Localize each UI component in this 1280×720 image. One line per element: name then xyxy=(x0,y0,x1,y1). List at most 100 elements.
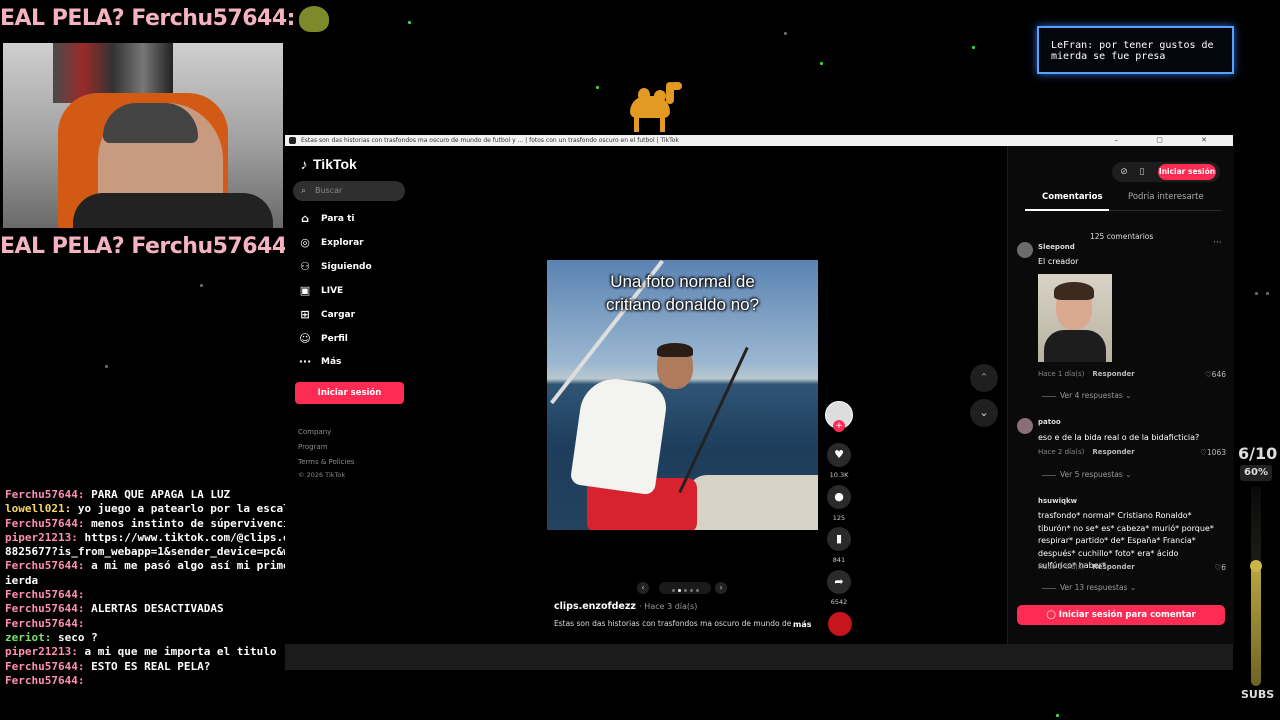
man-shirt xyxy=(569,374,670,496)
avatar[interactable] xyxy=(1017,418,1033,434)
search-input[interactable]: ⌕ Buscar xyxy=(293,181,405,201)
compass-icon[interactable]: ⊘ xyxy=(1116,162,1132,182)
comment-meta: Hace 2 día(s) Responder xyxy=(1038,448,1135,456)
window-controls[interactable]: – ▢ ✕ xyxy=(1115,135,1225,146)
footer-link-terms[interactable]: Terms & Policies xyxy=(298,458,354,466)
carousel-prev-button[interactable]: ‹ xyxy=(637,582,649,594)
sidebar-item-perfil[interactable]: ☺ Perfil xyxy=(297,331,348,347)
like-count: 1063 xyxy=(1206,448,1226,457)
next-post-button[interactable]: ⌄ xyxy=(970,399,998,427)
sidebar-item-label: Para ti xyxy=(321,214,355,224)
footer-link-program[interactable]: Program xyxy=(298,443,328,451)
view-replies-button[interactable]: Ver 4 respuestas ⌄ xyxy=(1042,391,1131,400)
post-author[interactable]: clips.enzofdezz · Hace 3 día(s) xyxy=(554,601,697,612)
share-count: 6542 xyxy=(830,598,848,606)
comment-photo[interactable] xyxy=(1038,274,1112,362)
chat-text: menos instinto de súpervivencia xyxy=(91,516,297,530)
save-button[interactable]: ▮ xyxy=(827,527,851,551)
creator-avatar[interactable]: + xyxy=(825,401,853,432)
chat-username: piper21213: xyxy=(5,530,78,544)
sidebar-item-para-ti[interactable]: ⌂ Para ti xyxy=(297,211,354,227)
like-count: 6 xyxy=(1221,563,1226,572)
camel-emote-icon xyxy=(626,82,682,132)
comment-button[interactable]: ● xyxy=(827,485,851,509)
share-button[interactable]: ➦ xyxy=(827,570,851,594)
chat-text: ALERTAS DESACTIVADAS xyxy=(91,602,224,616)
panel-header-actions: ⊘ ▯ Iniciar sesión xyxy=(1112,162,1220,182)
subs-label: SUBS xyxy=(1241,688,1275,701)
login-to-comment-label: Iniciar sesión para comentar xyxy=(1058,610,1196,620)
follow-plus-icon[interactable]: + xyxy=(833,420,845,432)
chat-username: zeriot: xyxy=(5,630,52,644)
window-titlebar: Estas son das historias con trasfondos m… xyxy=(285,135,1233,146)
sidebar-item-label: Cargar xyxy=(321,310,356,320)
active-tab-indicator xyxy=(1025,209,1109,211)
tts-notice-box: LeFran: por tener gustos de mierda se fu… xyxy=(1037,26,1234,74)
streamer-cap xyxy=(103,103,198,143)
login-button[interactable]: Iniciar sesión xyxy=(295,382,404,404)
footer-link-company[interactable]: Company xyxy=(298,428,331,436)
reply-button[interactable]: Responder xyxy=(1092,370,1134,378)
comment-likes[interactable]: ♡6 xyxy=(1186,563,1226,572)
chat-username: lowell021: xyxy=(5,502,72,516)
comment-time: Hace 1 día(s) xyxy=(1038,563,1085,571)
window-title: Estas son das historias con trasfondos m… xyxy=(301,137,679,144)
goal-meter-knob xyxy=(1250,560,1262,572)
music-disc-icon[interactable] xyxy=(828,612,852,636)
sidebar-item-mas[interactable]: ··· Más xyxy=(297,354,342,370)
sidebar-item-explorar[interactable]: ◎ Explorar xyxy=(297,235,363,251)
frog-emote-icon xyxy=(298,6,329,32)
comment-bubble-icon: ◯ xyxy=(1046,610,1056,620)
man-hair xyxy=(657,343,693,357)
carousel-dots xyxy=(659,582,711,594)
comment-likes[interactable]: ♡646 xyxy=(1186,370,1226,379)
streamer-shirt xyxy=(73,193,273,228)
comment-options-icon[interactable]: ··· xyxy=(1213,238,1222,248)
comment-user[interactable]: Sleepond xyxy=(1038,243,1075,251)
device-icon[interactable]: ▯ xyxy=(1134,162,1150,182)
bookmark-icon: ▮ xyxy=(835,532,843,545)
comment-meta: Hace 1 día(s) Responder xyxy=(1038,563,1135,571)
reply-button[interactable]: Responder xyxy=(1092,448,1134,456)
photo-caption: Una foto normal de critiano donaldo no? xyxy=(605,272,760,314)
reply-button[interactable]: Responder xyxy=(1092,563,1134,571)
comment-likes[interactable]: ♡1063 xyxy=(1186,448,1226,457)
view-replies-button[interactable]: Ver 13 respuestas ⌄ xyxy=(1042,583,1136,592)
tiktok-note-icon: ♪ xyxy=(300,156,308,172)
sidebar-item-live[interactable]: ▣ LIVE xyxy=(297,283,343,299)
comment-user[interactable]: patoo xyxy=(1038,418,1061,426)
comments-panel: ⊘ ▯ Iniciar sesión Comentarios Podría in… xyxy=(1007,146,1234,644)
comment-user[interactable]: hsuwiqkw xyxy=(1038,497,1077,505)
tab-recommended[interactable]: Podría interesarte xyxy=(1128,192,1204,202)
comment-time: Hace 2 día(s) xyxy=(1038,448,1085,456)
sidebar-item-cargar[interactable]: ⊞ Cargar xyxy=(297,307,355,323)
like-button[interactable]: ♥ xyxy=(827,443,851,467)
author-name[interactable]: clips.enzofdezz xyxy=(554,601,636,612)
chevron-down-icon: ⌄ xyxy=(979,406,989,419)
photo-body xyxy=(1044,330,1106,362)
goal-percent: 60% xyxy=(1240,465,1272,481)
chat-text: a mi que me importa el titulo xyxy=(84,645,277,659)
chat-username: Ferchu57644: xyxy=(5,616,85,630)
carousel-next-button[interactable]: › xyxy=(715,582,727,594)
post-time: · Hace 3 día(s) xyxy=(639,602,698,611)
chat-username: piper21213: xyxy=(5,645,78,659)
tiktok-logo[interactable]: ♪ TikTok xyxy=(298,156,357,172)
chat-username: Ferchu57644: xyxy=(5,602,85,616)
view-replies-button[interactable]: Ver 5 respuestas ⌄ xyxy=(1042,470,1131,479)
post-description: Estas son das historias con trasfondos m… xyxy=(554,619,792,628)
sidebar-item-siguiendo[interactable]: ⚇ Siguiendo xyxy=(297,259,372,275)
post-photo[interactable]: Una foto normal de critiano donaldo no? xyxy=(547,260,818,530)
notice-text: LeFran: por tener gustos de mierda se fu… xyxy=(1051,40,1214,62)
comment-time: Hace 1 día(s) xyxy=(1038,370,1085,378)
panel-login-button[interactable]: Iniciar sesión xyxy=(1158,164,1216,180)
more-link[interactable]: más xyxy=(793,620,812,629)
footer-copyright: © 2026 TikTok xyxy=(298,471,346,479)
avatar[interactable] xyxy=(1017,242,1033,258)
upload-icon: ⊞ xyxy=(300,308,310,321)
tab-comments[interactable]: Comentarios xyxy=(1042,192,1103,202)
prev-post-button[interactable]: ⌃ xyxy=(970,364,998,392)
profile-icon: ☺ xyxy=(299,332,311,345)
login-to-comment-button[interactable]: ◯ Iniciar sesión para comentar xyxy=(1017,605,1225,625)
sidebar-item-label: LIVE xyxy=(321,286,344,296)
